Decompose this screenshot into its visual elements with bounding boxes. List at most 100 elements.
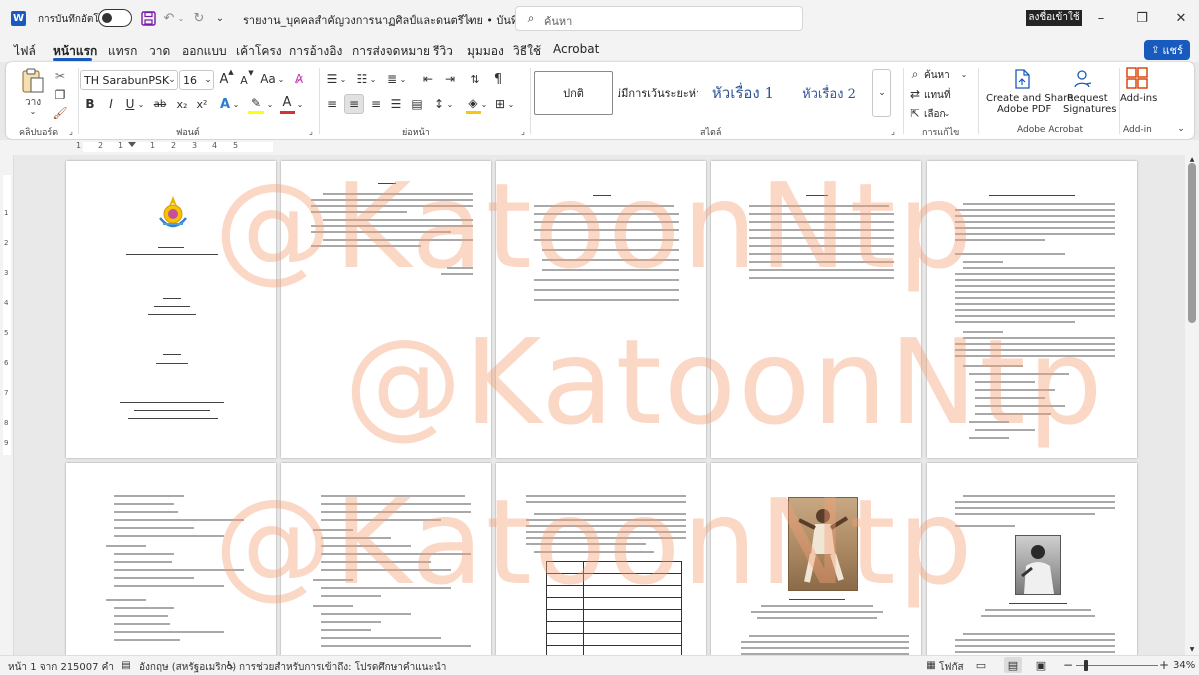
style-heading-1[interactable]: หัวเรื่อง 1 xyxy=(702,71,784,115)
distributed-icon[interactable]: ▤ xyxy=(409,95,425,113)
tab-references[interactable]: การอ้างอิง xyxy=(289,42,342,61)
signin-button[interactable]: ลงชื่อเข้าใช้ xyxy=(1026,10,1082,26)
scroll-up-icon[interactable]: ▲ xyxy=(1187,155,1197,163)
web-layout-icon[interactable]: ▣ xyxy=(1034,658,1048,672)
document-canvas[interactable]: @KatoonNtp @KatoonNtp @KatoonNtp xyxy=(14,155,1185,655)
autosave-toggle[interactable] xyxy=(98,9,132,27)
underline-icon[interactable]: U xyxy=(122,95,138,113)
tab-mailings[interactable]: การส่งจดหมาย xyxy=(352,42,430,61)
focus-label[interactable]: โฟกัส xyxy=(939,660,964,675)
request-signatures-label-2[interactable]: Signatures xyxy=(1063,104,1116,115)
title-chevron-icon[interactable]: ⌄ xyxy=(464,10,476,26)
zoom-slider-thumb[interactable] xyxy=(1084,660,1088,671)
italic-icon[interactable]: I xyxy=(103,95,119,113)
horizontal-ruler[interactable]: 1 2 1 1 2 3 4 5 xyxy=(0,140,1199,155)
addins-icon[interactable] xyxy=(1125,66,1149,90)
change-case-icon[interactable]: Aa xyxy=(259,70,277,88)
tab-design[interactable]: ออกแบบ xyxy=(182,42,227,61)
create-pdf-label-1[interactable]: Create and Share xyxy=(986,93,1073,104)
proofing-icon[interactable]: ▤ xyxy=(119,658,133,672)
language[interactable]: อังกฤษ (สหรัฐอเมริกา) xyxy=(139,660,236,675)
find-icon[interactable]: ⌕ xyxy=(908,66,922,82)
tab-file[interactable]: ไฟล์ xyxy=(14,42,36,61)
tab-view[interactable]: มุมมอง xyxy=(467,42,504,61)
page-thumbnail[interactable] xyxy=(711,463,921,655)
request-signatures-label-1[interactable]: Request xyxy=(1067,93,1108,104)
addins-label[interactable]: Add-ins xyxy=(1120,93,1157,104)
bullets-icon[interactable]: ☰ xyxy=(324,70,340,88)
redo-icon[interactable]: ↻ xyxy=(190,9,208,27)
text-effects-icon[interactable]: A xyxy=(217,95,233,113)
zoom-level[interactable]: 34% xyxy=(1173,660,1195,671)
font-name-select[interactable]: TH SarabunPSK ⌄ xyxy=(80,70,178,90)
style-no-spacing[interactable]: ไม่มีการเว้นระยะห่าง xyxy=(618,71,698,115)
tab-draw[interactable]: วาด xyxy=(149,42,170,61)
paragraph-launcher-icon[interactable]: ⌟ xyxy=(518,126,528,136)
page-thumbnail[interactable] xyxy=(496,463,706,655)
request-signatures-icon[interactable] xyxy=(1072,68,1094,90)
page-info[interactable]: หน้า 1 จาก 21 xyxy=(8,660,73,675)
tab-help[interactable]: วิธีใช้ xyxy=(513,42,541,61)
font-launcher-icon[interactable]: ⌟ xyxy=(306,126,316,136)
styles-gallery-scroll[interactable]: ⌄ xyxy=(872,69,891,117)
sort-icon[interactable]: ⇅ xyxy=(467,70,483,88)
zoom-slider[interactable] xyxy=(1076,665,1158,666)
restore-icon[interactable]: ❐ xyxy=(1133,9,1151,27)
zoom-out-icon[interactable]: − xyxy=(1062,658,1074,672)
zoom-in-icon[interactable]: + xyxy=(1158,658,1170,672)
select-icon[interactable]: ⇱ xyxy=(908,105,922,121)
focus-icon[interactable]: ▦ xyxy=(924,658,938,672)
page-thumbnail[interactable] xyxy=(496,161,706,458)
find-label[interactable]: ค้นหา xyxy=(924,68,950,83)
indent-marker[interactable] xyxy=(128,142,136,147)
decrease-indent-icon[interactable]: ⇤ xyxy=(420,70,436,88)
tab-insert[interactable]: แทรก xyxy=(108,42,137,61)
style-normal[interactable]: ปกติ xyxy=(534,71,613,115)
multilevel-list-icon[interactable]: ≣ xyxy=(384,70,400,88)
accessibility-icon[interactable]: ♿ xyxy=(223,658,237,672)
strikethrough-icon[interactable]: ab xyxy=(151,95,169,113)
show-marks-icon[interactable]: ¶ xyxy=(490,70,506,88)
styles-launcher-icon[interactable]: ⌟ xyxy=(888,126,898,136)
format-painter-icon[interactable]: 🖌 xyxy=(52,105,68,121)
clear-formatting-icon[interactable]: A̷ xyxy=(290,70,308,88)
clipboard-launcher-icon[interactable]: ⌟ xyxy=(66,126,76,136)
tab-acrobat[interactable]: Acrobat xyxy=(553,42,599,56)
undo-dropdown-icon[interactable]: ⌄ xyxy=(177,11,185,25)
undo-icon[interactable]: ↶ xyxy=(160,9,178,27)
search-box[interactable]: ⌕ ค้นหา xyxy=(515,6,803,31)
align-left-icon[interactable]: ≡ xyxy=(324,95,340,113)
copy-icon[interactable]: ❐ xyxy=(52,87,68,103)
read-mode-icon[interactable]: ▭ xyxy=(974,658,988,672)
page-thumbnail[interactable] xyxy=(66,463,276,655)
ribbon-collapse-icon[interactable]: ⌄ xyxy=(1174,122,1188,136)
close-icon[interactable]: ✕ xyxy=(1172,9,1190,27)
page-thumbnail[interactable] xyxy=(927,161,1137,458)
numbering-icon[interactable]: ☷ xyxy=(354,70,370,88)
replace-label[interactable]: แทนที่ xyxy=(924,88,950,103)
increase-indent-icon[interactable]: ⇥ xyxy=(442,70,458,88)
page-thumbnail[interactable] xyxy=(281,463,491,655)
highlight-icon[interactable]: ✎ xyxy=(247,94,265,112)
page-thumbnail[interactable] xyxy=(281,161,491,458)
line-spacing-icon[interactable]: ↕ xyxy=(431,95,447,113)
tab-layout[interactable]: เค้าโครง xyxy=(236,42,282,61)
create-pdf-icon[interactable] xyxy=(1011,68,1033,90)
accessibility-status[interactable]: การช่วยสำหรับการเข้าถึง: โปรดศึกษาคำแนะน… xyxy=(239,660,446,675)
style-heading-2[interactable]: หัวเรื่อง 2 xyxy=(788,71,870,115)
vertical-scrollbar[interactable]: ▲ ▼ xyxy=(1185,155,1199,655)
font-color-icon[interactable]: A xyxy=(279,93,295,111)
minimize-icon[interactable]: – xyxy=(1092,9,1110,27)
create-pdf-label-2[interactable]: Adobe PDF xyxy=(997,104,1051,115)
scroll-down-icon[interactable]: ▼ xyxy=(1187,645,1197,653)
page-thumbnail[interactable] xyxy=(711,161,921,458)
bold-icon[interactable]: B xyxy=(82,95,98,113)
replace-icon[interactable]: ⇄ xyxy=(908,86,922,102)
paste-dropdown-icon[interactable]: ⌄ xyxy=(28,106,38,116)
subscript-icon[interactable]: x₂ xyxy=(174,95,190,113)
save-icon[interactable] xyxy=(139,9,157,27)
paste-icon[interactable] xyxy=(20,68,46,94)
font-size-select[interactable]: 16 ⌄ xyxy=(179,70,214,90)
word-count[interactable]: 5007 คำ xyxy=(73,660,114,675)
document-title[interactable]: รายงาน_บุคคลสำคัญวงการนาฏศิลป์และดนตรีไท… xyxy=(243,11,545,29)
